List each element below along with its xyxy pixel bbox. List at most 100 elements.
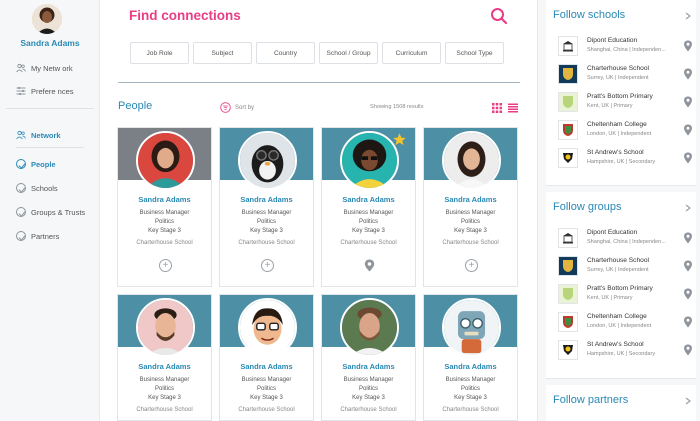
school-name: Charterhouse School — [587, 65, 649, 72]
person-stage: Key Stage 3 — [352, 395, 385, 401]
add-connection-button[interactable]: + — [465, 259, 478, 272]
list-view-icon[interactable] — [508, 103, 518, 113]
filter-school-group[interactable]: School / Group — [319, 42, 378, 64]
location-pin-icon[interactable] — [683, 40, 693, 52]
sidebar-item-partners[interactable]: Partners — [16, 231, 59, 241]
person-name: Sandra Adams — [342, 362, 395, 371]
location-pin-icon[interactable] — [683, 152, 693, 164]
sidebar-item-label: Groups & Trusts — [31, 207, 86, 217]
location-pin-icon[interactable] — [683, 232, 693, 244]
person-school: Charterhouse School — [136, 407, 193, 413]
sidebar-section-network[interactable]: Network — [16, 130, 61, 140]
search-icon[interactable] — [490, 7, 508, 25]
location-pin-icon[interactable] — [683, 68, 693, 80]
person-stage: Key Stage 3 — [250, 228, 283, 234]
person-card[interactable]: Sandra Adams Business Manager Politics K… — [321, 294, 416, 421]
school-location: London, UK | Independent — [587, 131, 652, 137]
location-pin-icon[interactable] — [683, 260, 693, 272]
sidebar-item-label: Schools — [31, 183, 58, 193]
follow-group-item[interactable]: Pratt's Bottom Primary Kent, UK | Primar… — [558, 284, 693, 306]
panel-title[interactable]: Follow schools — [553, 9, 625, 21]
check-circle-icon — [16, 207, 26, 217]
filter-curriculum[interactable]: Curriculum — [382, 42, 441, 64]
group-name: Dipont Education — [587, 229, 638, 236]
person-card[interactable]: Sandra Adams Business Manager Politics K… — [321, 127, 416, 287]
user-name[interactable]: Sandra Adams — [0, 38, 100, 48]
filter-subject[interactable]: Subject — [193, 42, 252, 64]
filter-job-role[interactable]: Job Role — [130, 42, 189, 64]
location-pin-icon[interactable] — [683, 316, 693, 328]
group-location: Shanghai, China | Independen... — [587, 239, 666, 245]
person-subject: Politics — [460, 219, 480, 225]
person-role: Business Manager — [445, 377, 496, 383]
grid-view-icon[interactable] — [492, 103, 502, 113]
sidebar-item-label: Partners — [31, 231, 60, 241]
person-stage: Key Stage 3 — [454, 228, 487, 234]
panel-title[interactable]: Follow partners — [553, 394, 628, 406]
chevron-right-icon[interactable] — [684, 12, 692, 20]
sidebar-item-preferences[interactable]: Prefere nces — [16, 86, 74, 96]
person-school: Charterhouse School — [238, 407, 295, 413]
person-card[interactable]: Sandra Adams Business Manager Politics K… — [117, 294, 212, 421]
chevron-right-icon[interactable] — [684, 397, 692, 405]
sidebar-item-groups-trusts[interactable]: Groups & Trusts — [16, 207, 85, 217]
school-location: Shanghai, China | Independen... — [587, 47, 666, 53]
page-title: Find connections — [129, 8, 241, 23]
person-school: Charterhouse School — [340, 407, 397, 413]
panel-title[interactable]: Follow groups — [553, 201, 621, 213]
sidebar-item-label: People — [31, 159, 56, 169]
follow-partners-panel: Follow partners — [546, 385, 696, 421]
group-logo — [558, 256, 578, 276]
person-card[interactable]: Sandra Adams Business Manager Politics K… — [219, 294, 314, 421]
group-name: St Andrew's School — [587, 341, 644, 348]
sidebar-item-schools[interactable]: Schools — [16, 183, 58, 193]
person-name: Sandra Adams — [138, 362, 191, 371]
user-avatar[interactable] — [32, 4, 62, 34]
follow-group-item[interactable]: Charterhouse School Surrey, UK | Indepen… — [558, 256, 693, 278]
section-divider — [118, 82, 520, 83]
person-card[interactable]: Sandra Adams Business Manager Politics K… — [423, 294, 518, 421]
follow-school-item[interactable]: Dipont Education Shanghai, China | Indep… — [558, 36, 693, 58]
person-name: Sandra Adams — [342, 195, 395, 204]
add-connection-button[interactable]: + — [261, 259, 274, 272]
follow-school-item[interactable]: Charterhouse School Surrey, UK | Indepen… — [558, 64, 693, 86]
filter-country[interactable]: Country — [256, 42, 315, 64]
school-logo — [558, 92, 578, 112]
follow-school-item[interactable]: Pratt's Bottom Primary Kent, UK | Primar… — [558, 92, 693, 114]
profile-photo — [238, 131, 297, 190]
person-card[interactable]: Sandra Adams Business Manager Politics K… — [219, 127, 314, 287]
person-role: Business Manager — [241, 210, 292, 216]
person-card[interactable]: Sandra Adams Business Manager Politics K… — [423, 127, 518, 287]
location-pin-icon[interactable] — [363, 259, 376, 272]
filter-school-type[interactable]: School Type — [445, 42, 504, 64]
follow-group-item[interactable]: Dipont Education Shanghai, China | Indep… — [558, 228, 693, 250]
chevron-right-icon[interactable] — [684, 204, 692, 212]
location-pin-icon[interactable] — [683, 96, 693, 108]
school-location: Surrey, UK | Independent — [587, 75, 649, 81]
filter-bar: Job Role Subject Country School / Group … — [130, 42, 504, 64]
sort-control[interactable]: Sort by — [220, 102, 254, 113]
person-name: Sandra Adams — [138, 195, 191, 204]
follow-school-item[interactable]: Cheltenham College London, UK | Independ… — [558, 120, 693, 142]
group-logo — [558, 340, 578, 360]
location-pin-icon[interactable] — [683, 124, 693, 136]
sidebar-item-label: My Netw ork — [31, 63, 73, 73]
follow-group-item[interactable]: Cheltenham College London, UK | Independ… — [558, 312, 693, 334]
person-name: Sandra Adams — [240, 362, 293, 371]
sidebar-divider — [6, 108, 94, 109]
school-logo — [558, 120, 578, 140]
group-logo — [558, 284, 578, 304]
sliders-icon — [16, 87, 26, 95]
add-connection-button[interactable]: + — [159, 259, 172, 272]
school-name: St Andrew's School — [587, 149, 644, 156]
location-pin-icon[interactable] — [683, 288, 693, 300]
school-logo — [558, 36, 578, 56]
sidebar-item-label: Prefere nces — [31, 86, 74, 96]
sidebar-item-people[interactable]: People — [16, 159, 56, 169]
location-pin-icon[interactable] — [683, 344, 693, 356]
sidebar-item-my-network[interactable]: My Netw ork — [16, 63, 73, 73]
person-card[interactable]: Sandra Adams Business Manager Politics K… — [117, 127, 212, 287]
follow-school-item[interactable]: St Andrew's School Hampshire, UK | Secon… — [558, 148, 693, 170]
follow-group-item[interactable]: St Andrew's School Hampshire, UK | Secon… — [558, 340, 693, 362]
group-location: Surrey, UK | Independent — [587, 267, 649, 273]
